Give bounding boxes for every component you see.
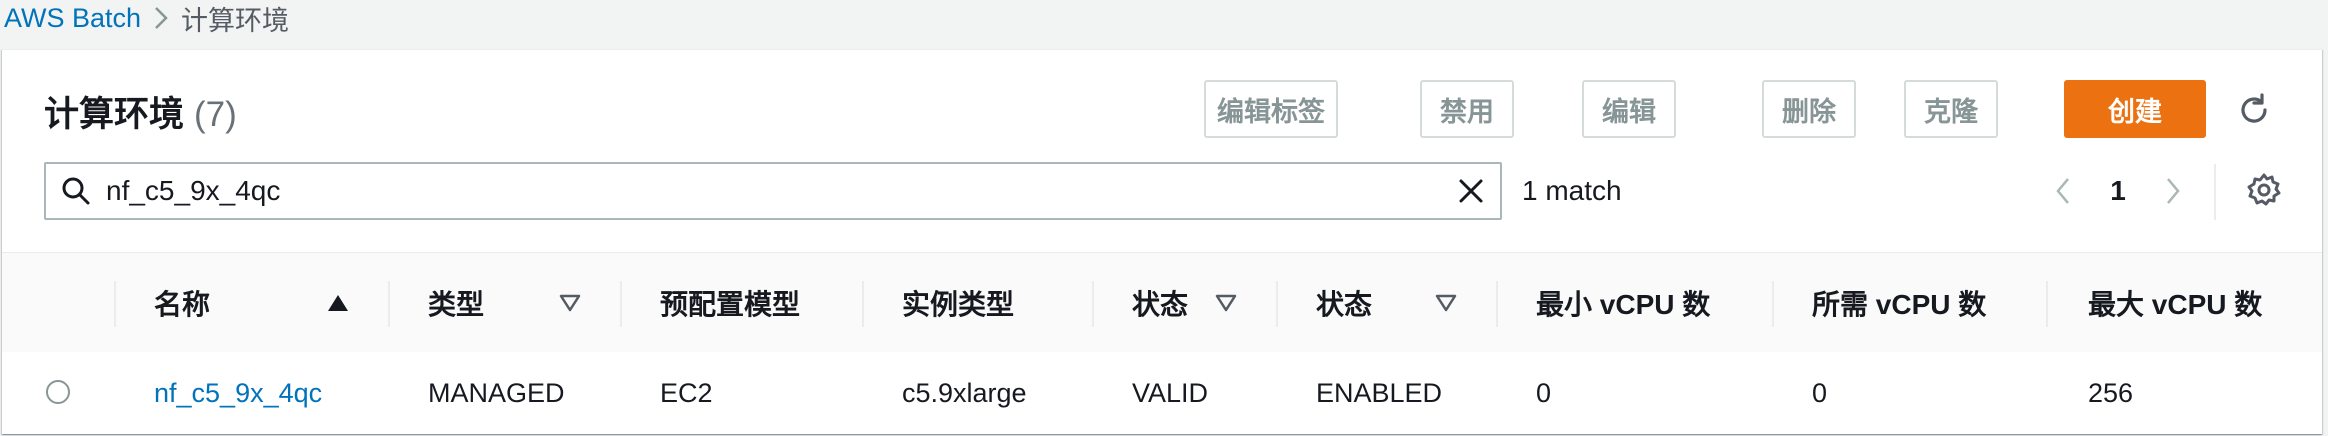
cell-instance-type: c5.9xlarge bbox=[902, 377, 1027, 408]
refresh-icon[interactable] bbox=[2232, 88, 2276, 132]
compute-environments-panel: 计算环境 (7) 编辑标签 禁用 编辑 删除 克隆 创建 nf_c5_9x_4q… bbox=[2, 49, 2322, 434]
clone-button[interactable]: 克隆 bbox=[1904, 80, 1998, 138]
delete-button[interactable]: 删除 bbox=[1762, 80, 1856, 138]
column-header-type[interactable]: 类型 bbox=[428, 253, 484, 353]
pager-divider bbox=[2214, 164, 2216, 220]
row-select-radio[interactable] bbox=[46, 380, 70, 404]
create-button[interactable]: 创建 bbox=[2064, 80, 2206, 138]
column-header-state[interactable]: 状态 bbox=[1132, 253, 1188, 353]
breadcrumb-current: 计算环境 bbox=[181, 5, 290, 36]
cell-min-vcpu: 0 bbox=[1536, 377, 1552, 408]
column-header-provisioning: 预配置模型 bbox=[660, 289, 801, 320]
breadcrumb-link-aws-batch[interactable]: AWS Batch bbox=[4, 3, 141, 34]
breadcrumb: AWS Batch 计算环境 bbox=[4, 0, 289, 36]
column-header-status[interactable]: 状态 bbox=[1316, 253, 1372, 353]
current-page[interactable]: 1 bbox=[2088, 175, 2148, 207]
cell-status: ENABLED bbox=[1316, 377, 1443, 408]
column-header-instance-type: 实例类型 bbox=[902, 289, 1015, 320]
edit-button[interactable]: 编辑 bbox=[1582, 80, 1676, 138]
column-divider bbox=[620, 281, 622, 327]
sort-ascending-icon[interactable] bbox=[326, 291, 350, 315]
cell-name-link[interactable]: nf_c5_9x_4qc bbox=[154, 352, 322, 434]
column-header-max-vcpu: 最大 vCPU 数 bbox=[2088, 289, 2263, 320]
clear-icon[interactable] bbox=[1442, 164, 1500, 218]
search-input[interactable]: nf_c5_9x_4qc bbox=[44, 162, 1502, 220]
table-row: nf_c5_9x_4qc MANAGED EC2 c5.9xlarge VALI… bbox=[2, 352, 2322, 434]
item-count: (7) bbox=[194, 95, 237, 134]
column-divider bbox=[388, 281, 390, 327]
column-divider bbox=[114, 281, 116, 327]
column-header-desired-vcpu: 所需 vCPU 数 bbox=[1812, 289, 1987, 320]
edit-tags-button[interactable]: 编辑标签 bbox=[1204, 80, 1338, 138]
column-divider bbox=[1276, 281, 1278, 327]
pagination: 1 bbox=[2038, 162, 2198, 220]
sort-descending-icon[interactable] bbox=[1214, 291, 1238, 315]
chevron-right-icon bbox=[141, 0, 181, 36]
column-divider bbox=[1092, 281, 1094, 327]
search-value[interactable]: nf_c5_9x_4qc bbox=[106, 175, 1442, 207]
column-divider bbox=[862, 281, 864, 327]
table-header: 名称 类型 预配置模型 实例类型 状态 状态 最小 vCPU 数 所需 vCPU… bbox=[2, 252, 2322, 354]
page-title-text: 计算环境 bbox=[44, 95, 185, 134]
column-header-name[interactable]: 名称 bbox=[154, 253, 210, 353]
search-icon bbox=[46, 164, 106, 218]
sort-descending-icon[interactable] bbox=[558, 291, 582, 315]
cell-desired-vcpu: 0 bbox=[1812, 377, 1828, 408]
column-header-min-vcpu: 最小 vCPU 数 bbox=[1536, 289, 1711, 320]
settings-gear-icon[interactable] bbox=[2242, 168, 2286, 212]
disable-button[interactable]: 禁用 bbox=[1420, 80, 1514, 138]
chevron-left-icon[interactable] bbox=[2038, 162, 2088, 220]
sort-descending-icon[interactable] bbox=[1434, 291, 1458, 315]
cell-provisioning: EC2 bbox=[660, 377, 713, 408]
cell-max-vcpu: 256 bbox=[2088, 377, 2134, 408]
column-divider bbox=[1772, 281, 1774, 327]
page-title: 计算环境 (7) bbox=[44, 86, 237, 137]
cell-state: VALID bbox=[1132, 377, 1209, 408]
column-divider bbox=[2046, 281, 2048, 327]
cell-type: MANAGED bbox=[428, 377, 565, 408]
column-divider bbox=[1496, 281, 1498, 327]
chevron-right-icon[interactable] bbox=[2148, 162, 2198, 220]
match-count: 1 match bbox=[1522, 175, 1622, 206]
